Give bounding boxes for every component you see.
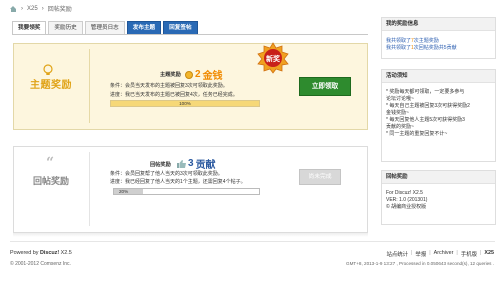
- topic-reward-title: 主题奖励: [30, 80, 72, 91]
- copyright: © 2001-2012 Comsenz Inc.: [10, 261, 71, 267]
- notice-line: 论坛讨论哦~: [386, 96, 414, 102]
- breadcrumb-sep: ›: [41, 5, 44, 12]
- footer-divider: [10, 241, 495, 242]
- progress-bar: 20%: [113, 188, 260, 195]
- footer-link-report[interactable]: 举报: [415, 250, 426, 258]
- box-title: 回帖奖励: [382, 171, 495, 184]
- reward-summary-link[interactable]: 我共领取了1次回帖奖励共5贡献: [382, 45, 495, 52]
- reward-name: 主题奖励: [160, 72, 181, 78]
- notice-line: 金钱奖励~: [386, 110, 409, 116]
- tab-claim-reward[interactable]: 我要领奖: [12, 21, 47, 35]
- quote-icon: “: [46, 155, 55, 171]
- footer-link-mobile[interactable]: 手机版: [461, 250, 477, 258]
- notice-line: * 每天回复他人主题5次可获得奖励3: [386, 117, 465, 123]
- lightbulb-icon: [43, 64, 53, 75]
- progress-percent: 100%: [179, 101, 191, 106]
- footer-links: 站点统计 | 举报 | Archiver | 手机版 | X25: [386, 250, 494, 258]
- tab-underline: [12, 34, 368, 35]
- processed-info: GMT+8, 2013-1-9 13:27 , Processed in 0.0…: [346, 261, 494, 266]
- divider: [89, 152, 90, 226]
- new-badge-label: 新奖: [266, 54, 281, 63]
- reward-unit: 金钱: [202, 71, 223, 82]
- reward-summary-link[interactable]: 我共领取了7次主题奖励: [382, 38, 495, 45]
- discuz-link[interactable]: Discuz!: [40, 250, 59, 256]
- tab-reply-sign[interactable]: 回复签帖: [163, 21, 198, 34]
- card-shadow: [13, 233, 368, 237]
- info-line: VER: 1.0 (201301): [386, 197, 428, 203]
- breadcrumb: › X25 › 回帖奖励: [10, 4, 72, 13]
- powered-by: Powered by Discuz! X2.5: [10, 250, 72, 256]
- reward-amount: 2: [195, 69, 201, 80]
- reward-value: 3 贡献: [177, 156, 216, 171]
- not-completed-button: 尚未完成: [299, 169, 341, 185]
- footer-link-site[interactable]: X25: [484, 250, 494, 258]
- reply-reward-title: 回帖奖励: [32, 176, 69, 186]
- breadcrumb-site[interactable]: X25: [27, 6, 38, 12]
- notice-line: * 奖励每天都可领取，一定要多参与: [386, 89, 465, 95]
- reward-value: 2 金钱: [185, 67, 223, 82]
- thumbs-up-icon: [177, 159, 186, 168]
- reward-progress-text: 进度：我已经回复了他人当天的1个主题，还需回复4个帖子。: [110, 179, 246, 185]
- box-title: 我的奖励信息: [382, 18, 495, 31]
- divider: [89, 49, 90, 123]
- tab-bar: 我要领奖 奖励历史 管理员日志 发布主题 回复签帖: [12, 21, 198, 35]
- tab-reward-history[interactable]: 奖励历史: [48, 21, 83, 34]
- reward-unit: 贡献: [195, 160, 216, 171]
- breadcrumb-current: 回帖奖励: [47, 7, 72, 13]
- plugin-info-box: 回帖奖励 For Discuz! X2.5 VER: 1.0 (201301) …: [381, 170, 496, 225]
- reward-amount: 3: [188, 158, 194, 169]
- footer-link-stats[interactable]: 站点统计: [386, 250, 408, 258]
- footer-link-archiver[interactable]: Archiver: [434, 250, 454, 258]
- tab-post-thread[interactable]: 发布主题: [126, 21, 162, 34]
- info-line: © 胡编商业授权版: [386, 204, 427, 210]
- activity-notice-box: 活动须知 * 奖励每天都可领取，一定要多参与 论坛讨论哦~ * 每天自己主题被回…: [381, 69, 496, 162]
- info-line: For Discuz! X2.5: [386, 190, 423, 196]
- breadcrumb-sep: ›: [21, 5, 23, 12]
- coin-icon: [185, 70, 193, 79]
- home-icon[interactable]: [10, 5, 17, 12]
- my-reward-info-box: 我的奖励信息 我共领取了7次主题奖励 我共领取了1次回帖奖励共5贡献: [381, 17, 496, 59]
- box-title: 活动须知: [382, 70, 495, 83]
- reward-condition: 条件：会员回复帮了他人当天的3次可领取此奖励。: [110, 171, 223, 177]
- claim-now-button[interactable]: 立即领取: [299, 77, 351, 96]
- reward-condition: 条件：会员当天发布的主题被回复3次可领取此奖励。: [110, 83, 228, 89]
- progress-bar: 100%: [110, 100, 260, 107]
- new-reward-badge: 新奖: [257, 42, 289, 74]
- notice-line: * 每天自己主题被回复3次可获得奖励2: [386, 103, 470, 109]
- reward-name: 回帖奖励: [150, 162, 171, 168]
- tab-admin-log[interactable]: 管理员日志: [84, 21, 125, 34]
- notice-line: 贡献的奖励~: [386, 124, 414, 130]
- notice-line: * 同一主题的重复回复不计~: [386, 131, 448, 137]
- reward-progress-text: 进度：我已当天发布的主题已被回复4次，任务已经完成。: [110, 92, 238, 98]
- progress-percent: 20%: [119, 189, 129, 194]
